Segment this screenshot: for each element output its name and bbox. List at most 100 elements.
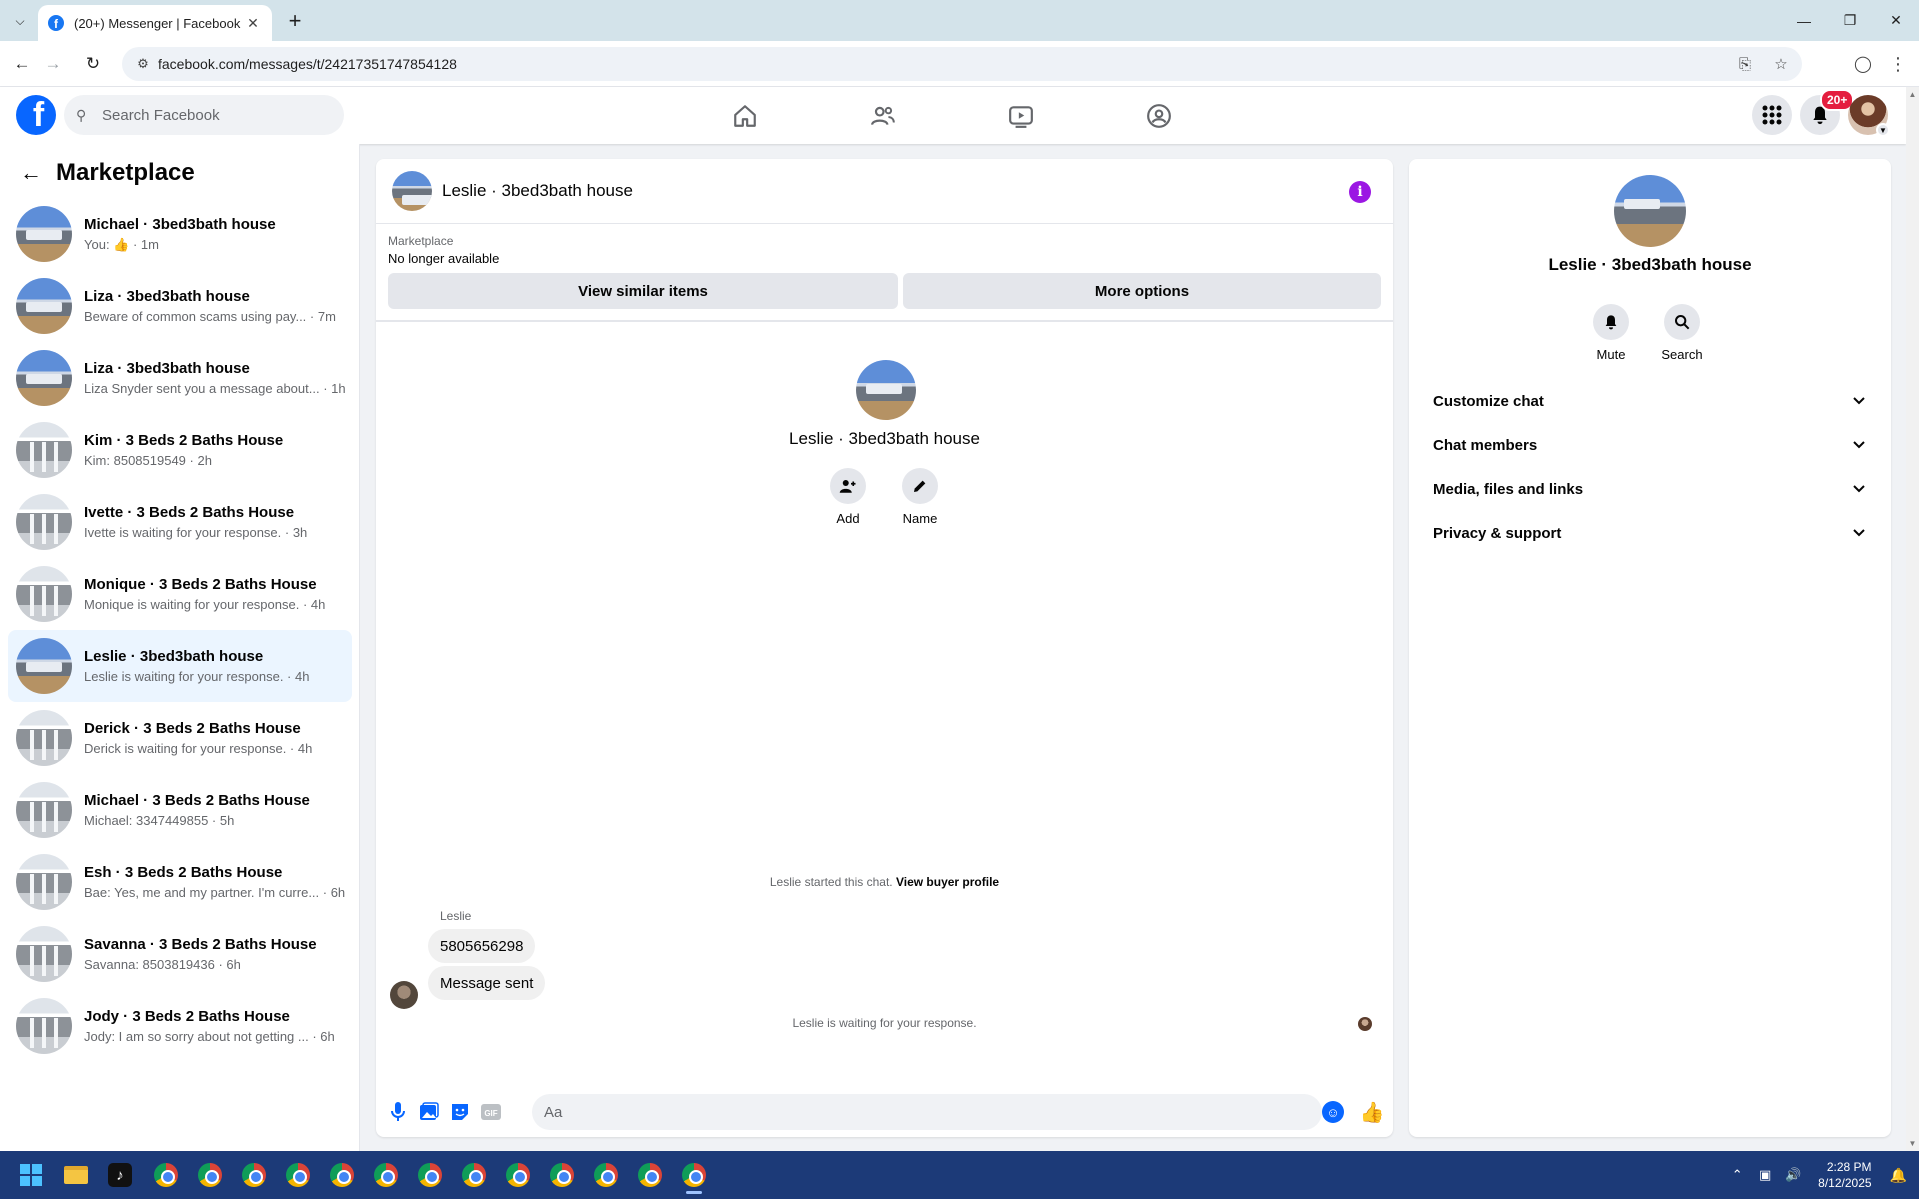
conversation-item[interactable]: Michael · 3bed3bath house You: 👍 · 1m <box>8 198 352 270</box>
conversation-item[interactable]: Michael · 3 Beds 2 Baths House Michael: 3… <box>8 774 352 846</box>
message-bubble[interactable]: Message sent <box>428 966 546 1000</box>
chat-header-avatar[interactable] <box>392 171 432 211</box>
pencil-icon <box>902 468 938 504</box>
gif-icon[interactable]: GIF <box>480 1101 502 1123</box>
conversation-avatar <box>16 278 72 334</box>
more-options-button[interactable]: More options <box>903 273 1381 309</box>
view-similar-items-button[interactable]: View similar items <box>388 273 898 309</box>
chrome-window-icon[interactable] <box>370 1159 402 1191</box>
back-arrow-icon[interactable]: ← <box>9 51 35 77</box>
marketplace-listing-bar: Marketplace No longer available View sim… <box>376 224 1393 322</box>
gaming-nav-button[interactable] <box>1119 87 1199 144</box>
conversation-item[interactable]: Leslie · 3bed3bath house Leslie is waitin… <box>8 630 352 702</box>
chrome-window-icon[interactable] <box>590 1159 622 1191</box>
system-tray: ⌃ ▣ 🔊 2:28 PM 8/12/2025 🔔 <box>1728 1151 1907 1199</box>
conversation-name: Ivette · 3 Beds 2 Baths House <box>84 504 295 521</box>
microphone-icon[interactable] <box>387 1101 409 1123</box>
conversation-item[interactable]: Savanna · 3 Beds 2 Baths House Savanna: 8… <box>8 918 352 990</box>
conversation-item[interactable]: Esh · 3 Beds 2 Baths House Bae: Yes, me a… <box>8 846 352 918</box>
network-icon[interactable]: ▣ <box>1756 1167 1774 1183</box>
home-nav-button[interactable] <box>705 87 785 144</box>
conversation-item[interactable]: Jody · 3 Beds 2 Baths House Jody: I am so… <box>8 990 352 1062</box>
conversation-item[interactable]: Ivette · 3 Beds 2 Baths House Ivette is w… <box>8 486 352 558</box>
facebook-search-input[interactable] <box>102 106 322 124</box>
tiktok-icon[interactable]: ♪ <box>104 1159 136 1191</box>
media-files-links-section[interactable]: Media, files and links <box>1417 467 1883 511</box>
restore-icon[interactable]: ❐ <box>1827 0 1873 41</box>
scroll-up-icon[interactable]: ▲ <box>1908 90 1917 99</box>
conversation-info-panel: Leslie · 3bed3bath house Mute Search Cus… <box>1409 159 1891 1137</box>
chat-members-section[interactable]: Chat members <box>1417 423 1883 467</box>
facebook-search[interactable]: ⚲ <box>64 95 344 135</box>
photo-icon[interactable] <box>418 1101 440 1123</box>
chrome-window-icon[interactable] <box>194 1159 226 1191</box>
facebook-logo-icon[interactable]: f <box>16 95 56 135</box>
video-nav-button[interactable] <box>981 87 1061 144</box>
address-bar[interactable]: ⚙ facebook.com/messages/t/24217351747854… <box>122 47 1802 81</box>
url-text[interactable]: facebook.com/messages/t/2421735174785412… <box>158 56 457 72</box>
search-in-conversation-button[interactable]: Search <box>1652 304 1712 362</box>
bookmark-star-icon[interactable]: ☆ <box>1770 53 1792 75</box>
conversation-item[interactable]: Liza · 3bed3bath house Beware of common s… <box>8 270 352 342</box>
notifications-button[interactable]: 20+ <box>1800 89 1855 135</box>
section-label: Privacy & support <box>1433 524 1562 542</box>
chrome-window-icon[interactable] <box>458 1159 490 1191</box>
show-hidden-icons-chevron-icon[interactable]: ⌃ <box>1728 1167 1746 1183</box>
volume-icon[interactable]: 🔊 <box>1784 1167 1802 1183</box>
conversation-item[interactable]: Derick · 3 Beds 2 Baths House Derick is w… <box>8 702 352 774</box>
notification-center-icon[interactable]: 🔔 <box>1890 1167 1907 1184</box>
page-scrollbar[interactable]: ▲ ▼ <box>1906 87 1919 1151</box>
chrome-window-icon[interactable] <box>150 1159 182 1191</box>
chrome-window-icon[interactable] <box>282 1159 314 1191</box>
chat-title[interactable]: Leslie · 3bed3bath house <box>442 181 633 201</box>
chrome-window-icon[interactable] <box>502 1159 534 1191</box>
add-person-icon <box>830 468 866 504</box>
browser-profile-icon[interactable]: ◯ <box>1850 51 1876 77</box>
mute-label: Mute <box>1596 347 1626 362</box>
new-tab-button[interactable]: + <box>282 8 308 34</box>
customize-chat-section[interactable]: Customize chat <box>1417 379 1883 423</box>
account-avatar[interactable]: ▼ <box>1848 95 1890 137</box>
sender-avatar[interactable] <box>390 981 418 1009</box>
sidebar-title: Marketplace <box>56 159 195 186</box>
clock[interactable]: 2:28 PM 8/12/2025 <box>1818 1159 1871 1191</box>
file-explorer-icon[interactable] <box>60 1159 92 1191</box>
browser-menu-icon[interactable]: ⋮ <box>1885 51 1911 77</box>
conversation-item[interactable]: Liza · 3bed3bath house Liza Snyder sent y… <box>8 342 352 414</box>
install-app-icon[interactable]: ⎘ <box>1734 53 1756 75</box>
chrome-window-icon[interactable] <box>634 1159 666 1191</box>
mute-button[interactable]: Mute <box>1581 304 1641 362</box>
close-window-icon[interactable]: ✕ <box>1873 0 1919 41</box>
tab-search-chevron-icon[interactable]: ⌵ <box>8 10 32 32</box>
browser-tab[interactable]: f (20+) Messenger | Facebook ✕ <box>38 5 272 41</box>
chrome-window-icon[interactable] <box>414 1159 446 1191</box>
emoji-icon[interactable]: ☺ <box>1322 1101 1344 1123</box>
add-people-button[interactable]: Add <box>818 468 878 526</box>
scroll-down-icon[interactable]: ▼ <box>1908 1139 1917 1148</box>
chrome-window-icon[interactable] <box>238 1159 270 1191</box>
thumbs-up-icon[interactable]: 👍 <box>1359 1099 1385 1125</box>
friends-nav-button[interactable] <box>843 87 923 144</box>
windows-start-icon[interactable] <box>20 1164 42 1186</box>
tab-close-icon[interactable]: ✕ <box>244 15 262 32</box>
conversation-item[interactable]: Monique · 3 Beds 2 Baths House Monique is… <box>8 558 352 630</box>
site-info-icon[interactable]: ⚙ <box>134 55 152 73</box>
message-input[interactable] <box>532 1094 1322 1130</box>
menu-grid-button[interactable] <box>1752 95 1792 135</box>
chrome-window-icon[interactable] <box>326 1159 358 1191</box>
conversation-preview: Ivette is waiting for your response. · 3… <box>84 525 308 540</box>
forward-arrow-icon[interactable]: → <box>40 51 66 77</box>
conversation-item[interactable]: Kim · 3 Beds 2 Baths House Kim: 850851954… <box>8 414 352 486</box>
message-bubble[interactable]: 5805656298 <box>428 929 536 963</box>
chrome-window-icon[interactable] <box>678 1159 710 1194</box>
view-buyer-profile-link[interactable]: View buyer profile <box>896 875 999 889</box>
privacy-support-section[interactable]: Privacy & support <box>1417 511 1883 555</box>
sticker-icon[interactable] <box>449 1101 471 1123</box>
minimize-icon[interactable]: — <box>1781 0 1827 41</box>
chrome-window-icon[interactable] <box>546 1159 578 1191</box>
edit-name-button[interactable]: Name <box>890 468 950 526</box>
conversation-info-icon[interactable]: i <box>1349 181 1371 203</box>
back-arrow-icon[interactable]: ← <box>16 158 46 188</box>
add-label: Add <box>836 511 860 526</box>
reload-icon[interactable]: ↻ <box>80 51 106 77</box>
